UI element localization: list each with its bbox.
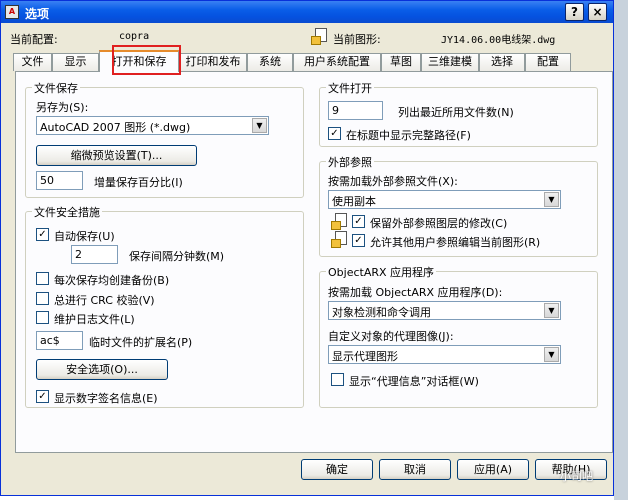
current-drawing-value: JY14.06.00电线架.dwg	[441, 35, 556, 46]
incremental-save-label: 增量保存百分比(I)	[94, 176, 183, 189]
crc-checkbox[interactable]	[36, 292, 49, 305]
tab-selection[interactable]: 选择	[479, 53, 525, 71]
proxy-image-select[interactable]: 显示代理图形 ▼	[328, 345, 561, 364]
allow-refedit-checkbox[interactable]: ✓	[352, 234, 365, 247]
tab-3d-modeling[interactable]: 三维建模	[421, 53, 479, 71]
current-drawing-label: 当前图形:	[333, 33, 381, 46]
tab-highlight-annotation	[112, 45, 181, 75]
objectarx-title: ObjectARX 应用程序	[326, 264, 437, 280]
chevron-down-icon[interactable]: ▼	[544, 192, 559, 207]
objectarx-demand-value: 对象检测和命令调用	[332, 306, 431, 319]
autocad-app-icon: A	[5, 5, 19, 19]
apply-button[interactable]: 应用(A)	[457, 459, 529, 480]
file-open-title: 文件打开	[326, 80, 374, 96]
xref-demand-label: 按需加载外部参照文件(X):	[328, 175, 458, 188]
current-profile-value: copra	[119, 31, 150, 42]
close-titlebar-button[interactable]: ×	[588, 3, 607, 21]
save-as-value: AutoCAD 2007 图形 (*.dwg)	[40, 121, 191, 134]
drawing-icon	[311, 28, 329, 46]
title-bar: A 选项 ? ×	[1, 1, 613, 23]
thumbnail-settings-button[interactable]: 缩微预览设置(T)...	[36, 145, 197, 166]
ok-button[interactable]: 确定	[301, 459, 373, 480]
autosave-checkbox[interactable]: ✓	[36, 228, 49, 241]
background-strip	[614, 0, 628, 500]
objectarx-demand-select[interactable]: 对象检测和命令调用 ▼	[328, 301, 561, 320]
save-as-select[interactable]: AutoCAD 2007 图形 (*.dwg) ▼	[36, 116, 269, 135]
tab-display[interactable]: 显示	[52, 53, 99, 71]
tab-profiles[interactable]: 配置	[525, 53, 571, 71]
backup-checkbox[interactable]	[36, 272, 49, 285]
log-file-label[interactable]: 维护日志文件(L)	[54, 311, 135, 327]
objectarx-demand-label: 按需加载 ObjectARX 应用程序(D):	[328, 286, 503, 299]
xref-demand-select[interactable]: 使用副本 ▼	[328, 190, 561, 209]
file-save-title: 文件保存	[32, 80, 80, 96]
backup-label[interactable]: 每次保存均创建备份(B)	[54, 272, 169, 288]
digital-signature-checkbox[interactable]: ✓	[36, 390, 49, 403]
dialog-title: 选项	[25, 7, 50, 21]
proxy-dialog-label[interactable]: 显示“代理信息”对话框(W)	[349, 373, 479, 389]
temp-extension-label: 临时文件的扩展名(P)	[89, 336, 193, 349]
log-file-checkbox[interactable]	[36, 311, 49, 324]
autosave-interval-label: 保存间隔分钟数(M)	[129, 250, 225, 263]
digital-signature-label[interactable]: 显示数字签名信息(E)	[54, 390, 158, 406]
proxy-image-value: 显示代理图形	[332, 350, 398, 363]
tab-drafting[interactable]: 草图	[381, 53, 421, 71]
security-options-button[interactable]: 安全选项(O)...	[36, 359, 168, 380]
help-titlebar-button[interactable]: ?	[565, 3, 584, 21]
incremental-save-input[interactable]: 50	[36, 171, 83, 190]
autosave-label[interactable]: 自动保存(U)	[54, 228, 115, 244]
crc-label[interactable]: 总进行 CRC 校验(V)	[54, 292, 155, 308]
tab-user-preferences[interactable]: 用户系统配置	[293, 53, 381, 71]
proxy-image-label: 自定义对象的代理图像(J):	[328, 330, 454, 343]
tab-plot-publish[interactable]: 打印和发布	[179, 53, 247, 71]
chevron-down-icon[interactable]: ▼	[544, 347, 559, 362]
watermark: 小司吧	[560, 470, 593, 483]
full-path-label[interactable]: 在标题中显示完整路径(F)	[346, 127, 471, 143]
proxy-dialog-checkbox[interactable]	[331, 373, 344, 386]
current-profile-label: 当前配置:	[10, 33, 58, 46]
retain-xref-layer-checkbox[interactable]: ✓	[352, 215, 365, 228]
chevron-down-icon[interactable]: ▼	[544, 303, 559, 318]
retain-xref-layer-label[interactable]: 保留外部参照图层的修改(C)	[370, 215, 507, 231]
options-dialog: A 选项 ? × 当前配置: copra 当前图形: JY14.06.00电线架…	[0, 0, 614, 496]
drawing-setting-icon	[331, 213, 349, 231]
temp-extension-input[interactable]: ac$	[36, 331, 83, 350]
xref-title: 外部参照	[326, 154, 374, 170]
autosave-interval-input[interactable]: 2	[71, 245, 118, 264]
cancel-button[interactable]: 取消	[379, 459, 451, 480]
chevron-down-icon[interactable]: ▼	[252, 118, 267, 133]
xref-demand-value: 使用副本	[332, 195, 376, 208]
file-safety-title: 文件安全措施	[32, 204, 102, 220]
drawing-setting-icon	[331, 231, 349, 249]
recent-files-label: 列出最近所用文件数(N)	[398, 106, 514, 119]
tab-system[interactable]: 系统	[247, 53, 293, 71]
save-as-label: 另存为(S):	[36, 101, 89, 114]
tab-files[interactable]: 文件	[13, 53, 52, 71]
full-path-checkbox[interactable]: ✓	[328, 127, 341, 140]
allow-refedit-label[interactable]: 允许其他用户参照编辑当前图形(R)	[370, 234, 540, 250]
recent-files-input[interactable]: 9	[328, 101, 383, 120]
